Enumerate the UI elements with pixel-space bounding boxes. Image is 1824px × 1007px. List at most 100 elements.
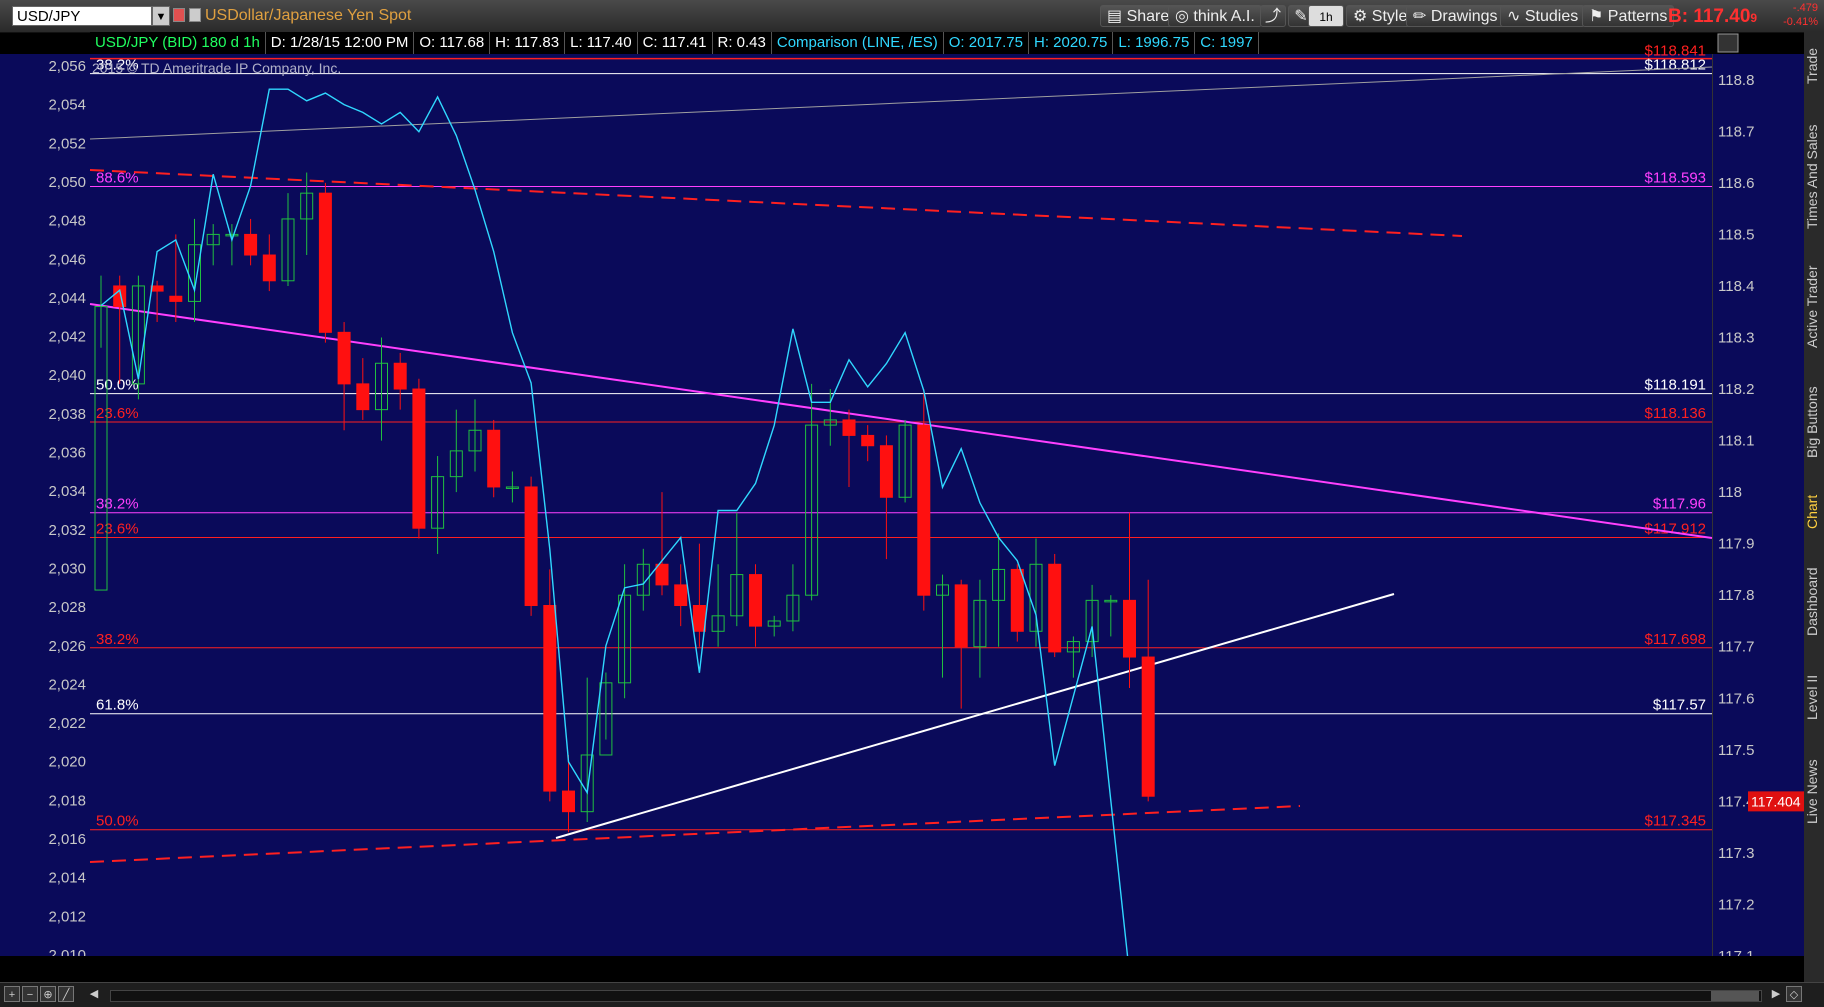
price-axis-label: 118.4 (1718, 278, 1754, 295)
comparison-axis-label: 2,034 (48, 483, 86, 500)
candle-body (337, 331, 351, 385)
candle-body (749, 574, 762, 627)
zoom-in-icon[interactable]: + (4, 986, 20, 1002)
fib-percent-label: 38.2% (96, 496, 139, 513)
side-tab-level-ii[interactable]: Level II (1804, 662, 1824, 732)
side-tab-chart[interactable]: Chart (1804, 482, 1824, 542)
comparison-axis-label: 2,018 (48, 792, 86, 809)
fib-percent-label: 61.8% (96, 697, 139, 714)
price-axis-label: 117.9 (1718, 536, 1754, 553)
fib-price-label: $118.593 (1645, 169, 1706, 186)
fib-price-label: $117.57 (1653, 697, 1706, 714)
candle-body (412, 388, 426, 529)
scroll-right-icon[interactable]: ▶ (1768, 986, 1784, 1002)
side-tab-big-buttons[interactable]: Big Buttons (1804, 372, 1824, 472)
candle-body (150, 285, 164, 292)
comparison-axis-label: 2,038 (48, 406, 86, 423)
side-tab-times-and-sales[interactable]: Times And Sales (1804, 112, 1824, 242)
comparison-axis-label: 2,014 (48, 870, 86, 887)
trend-line-red-dashed (89, 805, 1301, 863)
candle-body (244, 233, 258, 256)
side-tab-dashboard[interactable]: Dashboard (1804, 552, 1824, 652)
price-axis-label: 117.5 (1718, 742, 1754, 759)
candle-body (1123, 599, 1136, 658)
candle-body (393, 362, 407, 390)
comparison-axis-label: 2,054 (48, 97, 86, 114)
comparison-axis-label: 2,040 (48, 367, 86, 384)
price-axis-label: 117.3 (1718, 845, 1754, 862)
candle-body (113, 285, 127, 308)
comparison-axis-label: 2,048 (48, 213, 86, 230)
comparison-axis-label: 2,020 (48, 754, 86, 771)
comparison-line (100, 88, 1131, 975)
trend-line-white (555, 593, 1395, 839)
price-axis-label: 118.1 (1718, 433, 1754, 450)
scroll-left-icon[interactable]: ◀ (86, 986, 102, 1002)
fib-percent-label: 23.6% (96, 405, 139, 422)
side-tab-live-news[interactable]: Live News (1804, 742, 1824, 842)
price-axis-label: 118.3 (1718, 329, 1754, 346)
candle-body (879, 445, 893, 498)
candle-body (524, 486, 538, 607)
candle-body (655, 563, 669, 586)
candle-body (1048, 563, 1062, 653)
price-axis-label: 117.2 (1718, 896, 1754, 913)
candle-body (94, 306, 108, 591)
trend-line-red-dashed (89, 169, 1463, 237)
last-price-label: 117.404 (1751, 793, 1801, 809)
candle-body (169, 295, 183, 302)
candle-body (954, 584, 968, 648)
candle-body (917, 424, 931, 596)
scrollbar-thumb[interactable] (1711, 991, 1759, 1001)
expand-icon[interactable]: ◇ (1786, 986, 1802, 1002)
comparison-axis-label: 2,028 (48, 599, 86, 616)
candle-body (262, 254, 276, 282)
zoom-out-icon[interactable]: − (22, 986, 38, 1002)
price-axis-label: 118.7 (1718, 123, 1754, 140)
fib-percent-label: 38.2% (96, 631, 139, 648)
side-tab-active-trader[interactable]: Active Trader (1804, 252, 1824, 362)
comparison-axis-label: 2,046 (48, 251, 86, 268)
comparison-axis-label: 2,052 (48, 135, 86, 152)
candle-body (861, 434, 875, 447)
comparison-axis-label: 2,030 (48, 560, 86, 577)
bottom-bar: + − ⊕ ╱ ◀ ▶ ◇ (0, 982, 1824, 1007)
trend-line-gray (89, 66, 1713, 140)
side-tab-trade[interactable]: Trade (1804, 36, 1824, 96)
fib-price-label: $118.812 (1645, 57, 1706, 74)
candle-body (1010, 568, 1024, 632)
candle-body (543, 605, 557, 792)
copyright-text: 2015 © TD Ameritrade IP Company, Inc. (92, 60, 341, 76)
candle-body (487, 429, 501, 488)
candle-body (356, 383, 370, 411)
side-tab-bar: Trade Times And Sales Active Trader Big … (1804, 32, 1824, 988)
price-axis-label: 118.8 (1718, 72, 1754, 89)
cursor-tool-icon (1717, 33, 1739, 53)
price-axis-label: 118.6 (1718, 175, 1754, 192)
chart-scrollbar[interactable] (110, 990, 1762, 1002)
draw-line-icon[interactable]: ╱ (58, 986, 74, 1002)
time-axis (0, 956, 1804, 982)
fib-price-label: $117.345 (1645, 813, 1706, 830)
comparison-axis-label: 2,036 (48, 445, 86, 462)
comparison-axis-label: 2,044 (48, 290, 86, 307)
comparison-axis-label: 2,012 (48, 908, 86, 925)
comparison-axis-label: 2,026 (48, 638, 86, 655)
candle-body (318, 192, 332, 333)
price-axis-label: 118.2 (1718, 381, 1754, 398)
comparison-axis-label: 2,032 (48, 522, 86, 539)
comparison-axis-label: 2,042 (48, 329, 86, 346)
fib-price-label: $118.191 (1645, 377, 1706, 394)
fit-icon[interactable]: ⊕ (40, 986, 56, 1002)
price-axis-label: 118 (1718, 484, 1742, 501)
comparison-axis-label: 2,050 (48, 174, 86, 191)
candle-body (674, 584, 688, 607)
fib-price-label: $118.136 (1645, 405, 1706, 422)
price-axis-label: 117.8 (1718, 587, 1754, 604)
price-chart[interactable]: 118.8 118.7 118.6 118.5 118.4 118.3 118.2 118.1… (0, 0, 1804, 982)
price-axis-label: 117.6 (1718, 690, 1754, 707)
comparison-axis-label: 2,056 (48, 58, 86, 75)
fib-percent-label: 23.6% (96, 520, 139, 537)
fib-percent-label: 50.0% (96, 813, 139, 830)
fib-price-label: $117.96 (1653, 496, 1706, 513)
